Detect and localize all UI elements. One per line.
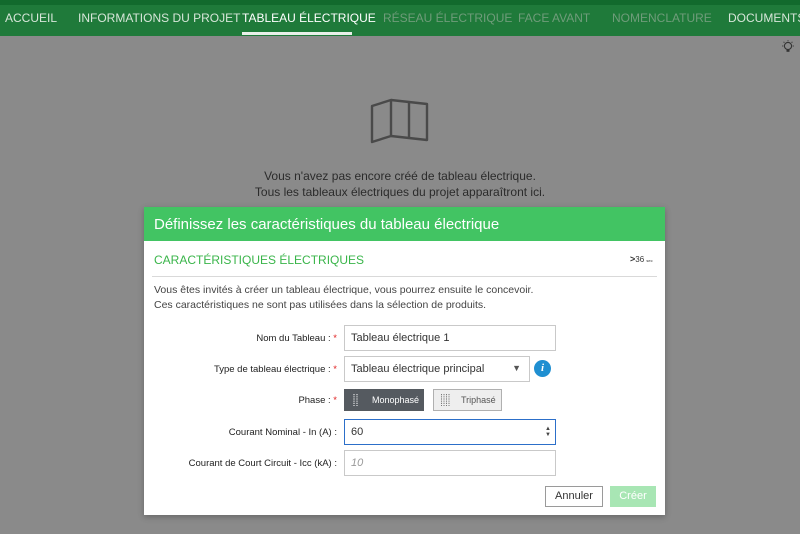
tab-nomenclature: NOMENCLATURE: [612, 11, 712, 25]
phase-label: Phase : *: [298, 395, 337, 406]
three-phase-icon: [441, 394, 450, 406]
empty-message-line2: Tous les tableaux électriques du projet …: [254, 185, 546, 199]
info-icon[interactable]: i: [534, 360, 551, 377]
type-select-value: Tableau électrique principal: [351, 363, 485, 375]
create-button[interactable]: Créer: [610, 486, 656, 507]
type-select[interactable]: Tableau électrique principal ▼: [344, 356, 530, 382]
cancel-button[interactable]: Annuler: [545, 486, 603, 507]
number-spinner-icon[interactable]: ▲ ▼: [545, 426, 551, 438]
collapse-value: 36: [635, 255, 645, 264]
dialog-header: Définissez les caractéristiques du table…: [144, 207, 665, 241]
active-tab-indicator: [242, 32, 352, 35]
phase-triphase-button[interactable]: Triphasé: [433, 389, 502, 411]
tab-reseau-electrique: RÉSEAU ÉLECTRIQUE: [383, 11, 513, 25]
tab-face-avant: FACE AVANT: [518, 11, 591, 25]
intro-line1: Vous êtes invités à créer un tableau éle…: [154, 284, 534, 296]
empty-message-line1: Vous n'avez pas encore créé de tableau é…: [264, 169, 536, 183]
phase-triphase-label: Triphasé: [461, 395, 496, 405]
nominal-current-input[interactable]: 60 ▲ ▼: [344, 419, 556, 445]
dialog-title: Définissez les caractéristiques du table…: [154, 216, 500, 233]
section-collapse-toggle[interactable]: >36 sec: [630, 254, 653, 264]
switchboard-icon: [370, 98, 429, 144]
single-phase-icon: [353, 394, 358, 406]
short-circuit-label: Courant de Court Circuit - Icc (kA) :: [188, 458, 337, 469]
chevron-down-icon: ▼: [512, 363, 521, 373]
phase-monophase-label: Monophasé: [372, 395, 420, 405]
nominal-current-label: Courant Nominal - In (A) :: [228, 427, 337, 438]
top-navigation: ACCUEIL INFORMATIONS DU PROJET TABLEAU É…: [0, 0, 800, 36]
section-title: CARACTÉRISTIQUES ÉLECTRIQUES: [154, 253, 365, 267]
section-divider: [152, 276, 657, 277]
collapse-unit: sec: [646, 258, 653, 263]
name-label: Nom du Tableau : *: [256, 333, 337, 344]
lightbulb-icon[interactable]: [781, 40, 795, 54]
nav-top-strip: [0, 0, 800, 5]
short-circuit-input[interactable]: 10: [344, 450, 556, 476]
type-label: Type de tableau électrique : *: [213, 364, 337, 375]
nominal-current-value: 60: [351, 426, 364, 438]
intro-line2: Ces caractéristiques ne sont pas utilisé…: [154, 299, 487, 311]
tab-tableau-electrique[interactable]: TABLEAU ÉLECTRIQUE: [242, 11, 376, 25]
tab-accueil[interactable]: ACCUEIL: [5, 11, 57, 25]
phase-monophase-button[interactable]: Monophasé: [344, 389, 424, 411]
tab-documents[interactable]: DOCUMENTS: [728, 11, 800, 25]
name-input[interactable]: Tableau électrique 1: [344, 325, 556, 351]
create-switchboard-dialog: Définissez les caractéristiques du table…: [144, 207, 665, 515]
tab-informations-projet[interactable]: INFORMATIONS DU PROJET: [78, 11, 240, 25]
